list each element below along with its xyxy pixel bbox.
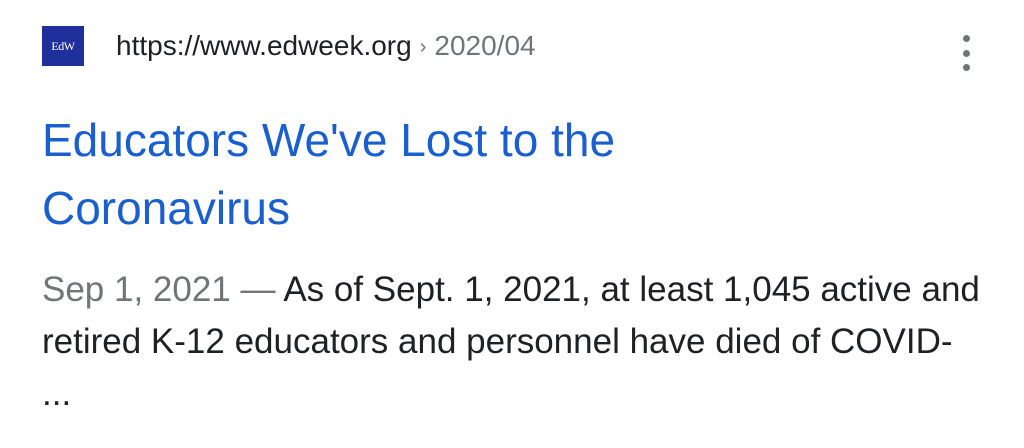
more-vert-icon (962, 35, 970, 42)
result-path: 2020/04 (434, 30, 536, 61)
result-url[interactable]: https://www.edweek.org (116, 30, 412, 62)
result-title-line-2[interactable]: Coronavirus (42, 182, 290, 234)
favicon-label: EdW (51, 38, 75, 53)
result-title-link[interactable]: Educators We've Lost to the Coronavirus (42, 106, 942, 242)
search-result: EdW https://www.edweek.org › 2020/04 Edu… (0, 0, 1024, 448)
snippet-date: Sep 1, 2021 (42, 270, 231, 309)
result-title-line-1[interactable]: Educators We've Lost to the (42, 114, 615, 166)
result-source[interactable]: EdW https://www.edweek.org › 2020/04 (42, 26, 536, 66)
snippet-dash: — (240, 270, 276, 309)
breadcrumb-separator: › (419, 35, 427, 58)
site-favicon: EdW (42, 26, 84, 66)
result-snippet: Sep 1, 2021 — As of Sept. 1, 2021, at le… (42, 264, 982, 420)
more-options-button[interactable] (952, 33, 980, 73)
